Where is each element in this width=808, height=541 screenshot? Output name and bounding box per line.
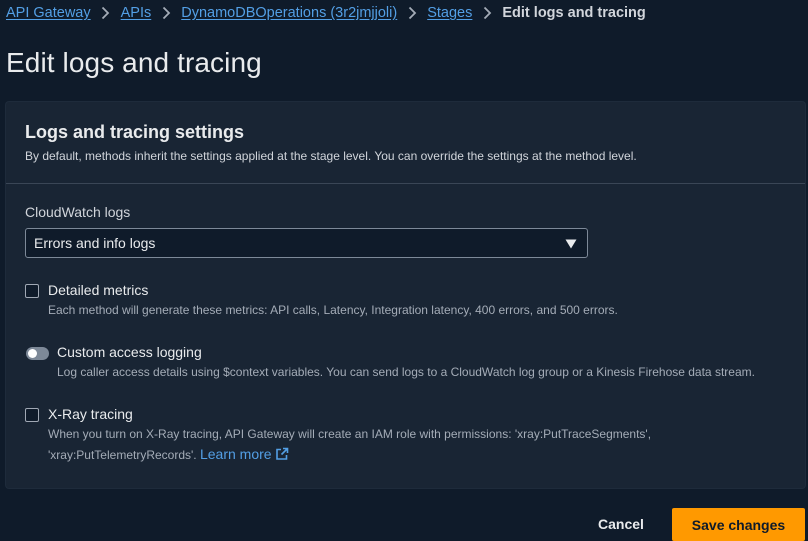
xray-description-line1: When you turn on X-Ray tracing, API Gate…	[48, 427, 652, 441]
chevron-right-icon	[91, 6, 121, 20]
custom-access-logging-toggle[interactable]	[26, 347, 49, 360]
custom-access-logging-label[interactable]: Custom access logging	[57, 344, 202, 360]
save-changes-button[interactable]: Save changes	[672, 508, 805, 541]
breadcrumb-stages[interactable]: Stages	[427, 5, 472, 21]
xray-tracing-label[interactable]: X-Ray tracing	[48, 406, 133, 422]
learn-more-link[interactable]: Learn more	[200, 446, 289, 462]
panel-header: Logs and tracing settings By default, me…	[6, 102, 805, 184]
xray-tracing-checkbox[interactable]	[25, 408, 39, 422]
breadcrumb-apis[interactable]: APIs	[121, 5, 152, 21]
cloudwatch-logs-value: Errors and info logs	[34, 235, 156, 251]
detailed-metrics-description: Each method will generate these metrics:…	[48, 303, 618, 317]
cancel-button[interactable]: Cancel	[586, 508, 656, 540]
detailed-metrics-label[interactable]: Detailed metrics	[48, 282, 148, 298]
xray-description-line2-text: 'xray:PutTelemetryRecords'.	[48, 448, 197, 462]
external-link-icon	[275, 447, 288, 460]
xray-description-line2: 'xray:PutTelemetryRecords'. Learn more	[48, 444, 651, 465]
breadcrumb-current: Edit logs and tracing	[502, 5, 646, 21]
xray-tracing-description: When you turn on X-Ray tracing, API Gate…	[48, 424, 651, 465]
page: API Gateway APIs DynamoDBOperations (3r2…	[0, 0, 808, 541]
chevron-right-icon	[397, 6, 427, 20]
panel-description: By default, methods inherit the settings…	[25, 149, 637, 163]
learn-more-text: Learn more	[199, 446, 272, 462]
caret-down-icon	[565, 239, 577, 249]
breadcrumb-api-gateway[interactable]: API Gateway	[6, 5, 91, 21]
page-title: Edit logs and tracing	[6, 47, 262, 78]
cloudwatch-logs-label: CloudWatch logs	[25, 204, 131, 220]
cloudwatch-logs-select[interactable]: Errors and info logs	[25, 228, 588, 258]
toggle-knob	[28, 349, 37, 358]
chevron-right-icon	[151, 6, 181, 20]
panel-title: Logs and tracing settings	[25, 122, 245, 142]
breadcrumb: API Gateway APIs DynamoDBOperations (3r2…	[6, 3, 646, 23]
logs-tracing-panel: Logs and tracing settings By default, me…	[6, 102, 805, 488]
custom-access-logging-description: Log caller access details using $context…	[57, 365, 755, 379]
detailed-metrics-checkbox[interactable]	[25, 284, 39, 298]
breadcrumb-api-name[interactable]: DynamoDBOperations (3r2jmjjoli)	[181, 5, 397, 21]
chevron-right-icon	[472, 6, 502, 20]
